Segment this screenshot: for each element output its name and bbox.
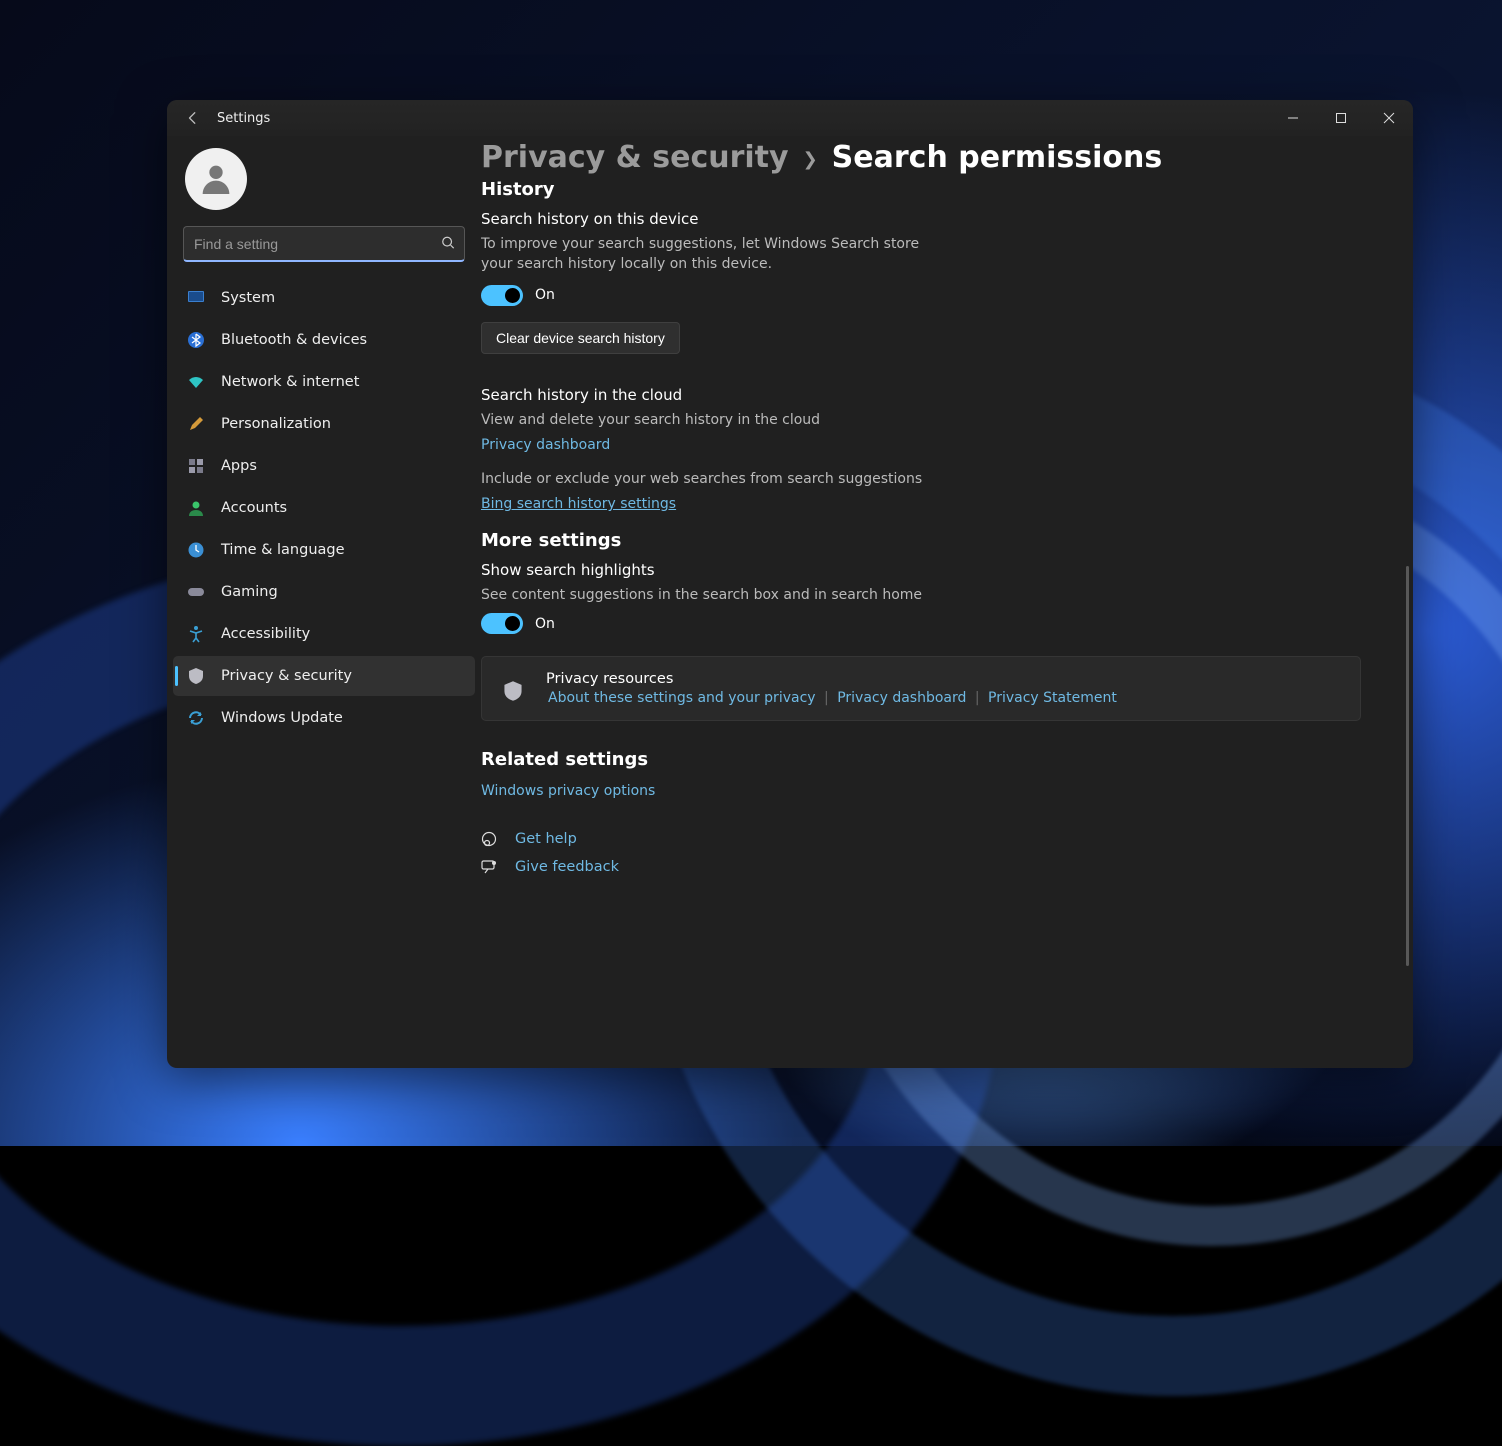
get-help-link[interactable]: Get help <box>481 831 1383 847</box>
minimize-button[interactable] <box>1269 100 1317 136</box>
related-link[interactable]: Windows privacy options <box>481 783 655 799</box>
sidebar-item-gaming[interactable]: Gaming <box>173 572 475 612</box>
highlights-desc: See content suggestions in the search bo… <box>481 585 1081 605</box>
shield-icon <box>500 671 526 706</box>
breadcrumb: Privacy & security ❯ Search permissions <box>481 140 1383 181</box>
privacy-resources-card: Privacy resources About these settings a… <box>481 656 1361 721</box>
page-title: Search permissions <box>832 140 1163 175</box>
feedback-icon <box>481 859 499 875</box>
settings-window: Settings Syst <box>167 100 1413 1068</box>
sidebar-item-label: Time & language <box>221 542 345 558</box>
sidebar-item-label: Gaming <box>221 584 278 600</box>
sidebar-item-label: Accessibility <box>221 626 310 642</box>
sidebar-item-label: Personalization <box>221 416 331 432</box>
sidebar-item-label: Windows Update <box>221 710 343 726</box>
history-device-heading: Search history on this device <box>481 210 1383 228</box>
avatar[interactable] <box>185 148 247 210</box>
wifi-icon <box>187 373 205 391</box>
breadcrumb-parent[interactable]: Privacy & security <box>481 140 789 175</box>
resource-link-about[interactable]: About these settings and your privacy <box>548 690 816 706</box>
scrollbar-thumb[interactable] <box>1406 566 1409 966</box>
system-icon <box>187 289 205 307</box>
update-icon <box>187 709 205 727</box>
bing-history-link[interactable]: Bing search history settings <box>481 496 676 512</box>
sidebar-item-label: Privacy & security <box>221 668 352 684</box>
maximize-icon <box>1335 112 1347 124</box>
back-button[interactable] <box>183 108 203 128</box>
sidebar-item-time[interactable]: Time & language <box>173 530 475 570</box>
sidebar-item-label: Bluetooth & devices <box>221 332 367 348</box>
search-input[interactable] <box>183 226 465 262</box>
sidebar-item-system[interactable]: System <box>173 278 475 318</box>
shield-icon <box>187 667 205 685</box>
window-titlebar: Settings <box>167 100 1413 136</box>
resource-link-dashboard[interactable]: Privacy dashboard <box>837 690 966 706</box>
close-button[interactable] <box>1365 100 1413 136</box>
sidebar-item-label: Network & internet <box>221 374 359 390</box>
history-cloud-desc: View and delete your search history in t… <box>481 410 941 430</box>
card-title: Privacy resources <box>546 671 1119 687</box>
bluetooth-icon <box>187 331 205 349</box>
nav: System Bluetooth & devices Network & int… <box>173 278 475 738</box>
minimize-icon <box>1287 112 1299 124</box>
bing-desc: Include or exclude your web searches fro… <box>481 469 1081 489</box>
sidebar-item-personalization[interactable]: Personalization <box>173 404 475 444</box>
sidebar: System Bluetooth & devices Network & int… <box>167 136 481 1068</box>
section-history-title: History <box>481 179 1383 200</box>
highlights-toggle[interactable] <box>481 613 523 634</box>
person-icon <box>187 499 205 517</box>
toggle-state-label: On <box>535 616 555 632</box>
history-device-toggle[interactable] <box>481 285 523 306</box>
toggle-state-label: On <box>535 287 555 303</box>
privacy-dashboard-link[interactable]: Privacy dashboard <box>481 437 610 453</box>
app-title: Settings <box>217 111 270 126</box>
sidebar-item-accounts[interactable]: Accounts <box>173 488 475 528</box>
history-cloud-heading: Search history in the cloud <box>481 386 1383 404</box>
help-icon <box>481 831 499 847</box>
sidebar-item-label: Accounts <box>221 500 287 516</box>
highlights-heading: Show search highlights <box>481 561 1383 579</box>
search-icon <box>441 235 455 254</box>
sidebar-item-label: System <box>221 290 275 306</box>
arrow-left-icon <box>186 111 200 125</box>
sidebar-item-bluetooth[interactable]: Bluetooth & devices <box>173 320 475 360</box>
chevron-right-icon: ❯ <box>803 145 818 170</box>
give-feedback-link[interactable]: Give feedback <box>481 859 1383 875</box>
sidebar-item-apps[interactable]: Apps <box>173 446 475 486</box>
sidebar-item-label: Apps <box>221 458 257 474</box>
gamepad-icon <box>187 583 205 601</box>
sidebar-item-accessibility[interactable]: Accessibility <box>173 614 475 654</box>
clock-icon <box>187 541 205 559</box>
search-wrap <box>183 226 465 262</box>
apps-icon <box>187 457 205 475</box>
clear-history-button[interactable]: Clear device search history <box>481 322 680 354</box>
brush-icon <box>187 415 205 433</box>
sidebar-item-privacy[interactable]: Privacy & security <box>173 656 475 696</box>
close-icon <box>1383 112 1395 124</box>
person-icon <box>196 159 236 199</box>
section-related-title: Related settings <box>481 749 1383 770</box>
maximize-button[interactable] <box>1317 100 1365 136</box>
sidebar-item-update[interactable]: Windows Update <box>173 698 475 738</box>
accessibility-icon <box>187 625 205 643</box>
section-more-title: More settings <box>481 530 1383 551</box>
content-pane: Privacy & security ❯ Search permissions … <box>481 136 1413 1068</box>
history-device-desc: To improve your search suggestions, let … <box>481 234 941 275</box>
sidebar-item-network[interactable]: Network & internet <box>173 362 475 402</box>
resource-link-statement[interactable]: Privacy Statement <box>988 690 1117 706</box>
